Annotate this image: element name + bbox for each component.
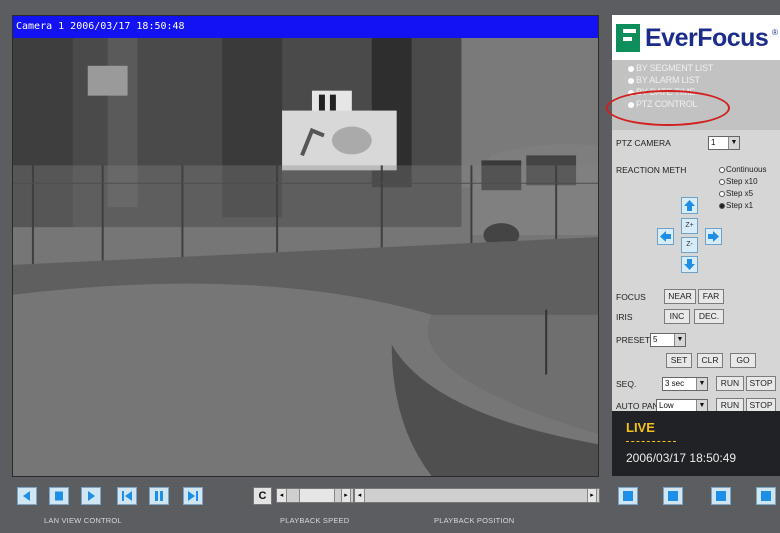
- logo-text: EverFocus: [645, 24, 769, 52]
- chevron-down-icon: ▼: [674, 334, 685, 346]
- logo-registered-mark: ®: [772, 28, 778, 37]
- highlight-circle: [606, 90, 730, 126]
- play-icon: [88, 491, 95, 501]
- clear-button[interactable]: C: [253, 487, 272, 505]
- playback-speed-label: PLAYBACK SPEED: [280, 516, 350, 525]
- pause-icon: [155, 491, 163, 501]
- playback-speed-thumb[interactable]: [299, 489, 335, 502]
- zoom-out-button[interactable]: Z-: [681, 237, 698, 253]
- sixteen-view-icon: [761, 491, 771, 501]
- arrow-down-icon: [684, 259, 695, 270]
- pan-up-button[interactable]: [681, 197, 698, 214]
- pan-right-button[interactable]: [705, 228, 722, 245]
- zoom-in-button[interactable]: Z+: [681, 218, 698, 234]
- reaction-continuous-radio[interactable]: Continuous: [719, 165, 766, 174]
- live-datetime: 2006/03/17 18:50:49: [626, 451, 737, 465]
- focus-label: FOCUS: [616, 292, 646, 302]
- nine-view-icon: [716, 491, 726, 501]
- chevron-left-icon: ◂: [277, 489, 287, 502]
- play-button[interactable]: [81, 487, 101, 505]
- stop-icon: [55, 491, 63, 501]
- ptz-camera-label: PTZ CAMERA: [616, 138, 671, 148]
- camera-title-bar: Camera 1 2006/03/17 18:50:48: [13, 16, 598, 38]
- step-back-button[interactable]: [117, 487, 137, 505]
- camera-video-panel: Camera 1 2006/03/17 18:50:48: [12, 15, 599, 477]
- chevron-right-icon: ▸: [587, 489, 597, 502]
- layout-nine-button[interactable]: [711, 487, 731, 505]
- pan-down-button[interactable]: [681, 256, 698, 273]
- chevron-down-icon: ▼: [696, 378, 707, 390]
- seq-run-button[interactable]: RUN: [716, 376, 744, 391]
- seq-stop-button[interactable]: STOP: [746, 376, 776, 391]
- ptz-camera-select[interactable]: 1 ▼: [708, 136, 740, 150]
- reaction-method-label: REACTION METH: [616, 165, 687, 175]
- chevron-down-icon: ▼: [728, 137, 739, 149]
- reaction-step1-radio[interactable]: Step x1: [719, 201, 753, 210]
- playback-position-slider[interactable]: ◂ ▸: [354, 488, 600, 503]
- step-forward-button[interactable]: [183, 487, 203, 505]
- radio-dot-icon: [628, 65, 634, 72]
- seq-interval-select[interactable]: 3 sec ▼: [662, 377, 708, 391]
- step-back-icon: [122, 491, 132, 501]
- arrow-up-icon: [684, 200, 695, 211]
- step-forward-icon: [188, 491, 198, 501]
- iris-dec-button[interactable]: DEC.: [694, 309, 724, 324]
- preset-clr-button[interactable]: CLR: [697, 353, 723, 368]
- quad-view-icon: [668, 491, 678, 501]
- chevron-left-icon: ◂: [355, 489, 365, 502]
- layout-sixteen-button[interactable]: [756, 487, 776, 505]
- pause-button[interactable]: [149, 487, 169, 505]
- arrow-right-icon: [708, 231, 719, 242]
- iris-inc-button[interactable]: INC: [664, 309, 690, 324]
- reaction-step5-radio[interactable]: Step x5: [719, 189, 753, 198]
- focus-near-button[interactable]: NEAR: [664, 289, 696, 304]
- focus-far-button[interactable]: FAR: [698, 289, 724, 304]
- live-status-panel: LIVE 2006/03/17 18:50:49: [612, 411, 780, 476]
- pan-left-button[interactable]: [657, 228, 674, 245]
- stop-button[interactable]: [49, 487, 69, 505]
- menu-item-segment-list[interactable]: BY SEGMENT LIST: [628, 63, 713, 73]
- rewind-button[interactable]: [17, 487, 37, 505]
- preset-go-button[interactable]: GO: [730, 353, 756, 368]
- seq-label: SEQ.: [616, 379, 637, 389]
- preset-select[interactable]: 5 ▼: [650, 333, 686, 347]
- layout-single-button[interactable]: [618, 487, 638, 505]
- live-label: LIVE: [626, 420, 655, 435]
- arrow-left-icon: [660, 231, 671, 242]
- play-reverse-icon: [23, 491, 30, 501]
- radio-dot-icon: [628, 77, 634, 84]
- playback-speed-slider[interactable]: ◂ ▸: [276, 488, 354, 503]
- lan-view-control-label: LAN VIEW CONTROL: [44, 516, 122, 525]
- auto-pan-label: AUTO PAN: [616, 401, 659, 411]
- menu-item-alarm-list[interactable]: BY ALARM LIST: [628, 75, 700, 85]
- control-panel: EverFocus ® BY SEGMENT LIST BY ALARM LIS…: [612, 15, 780, 476]
- camera-feed-image: [13, 16, 598, 476]
- preset-label: PRESET: [616, 335, 651, 345]
- chevron-right-icon: ▸: [341, 489, 351, 502]
- logo-mark-icon: [616, 24, 640, 52]
- iris-label: IRIS: [616, 312, 633, 322]
- single-view-icon: [623, 491, 633, 501]
- live-divider: [626, 441, 676, 442]
- layout-quad-button[interactable]: [663, 487, 683, 505]
- everfocus-logo: EverFocus ®: [612, 15, 780, 60]
- reaction-step10-radio[interactable]: Step x10: [719, 177, 758, 186]
- preset-set-button[interactable]: SET: [666, 353, 692, 368]
- playback-position-label: PLAYBACK POSITION: [434, 516, 515, 525]
